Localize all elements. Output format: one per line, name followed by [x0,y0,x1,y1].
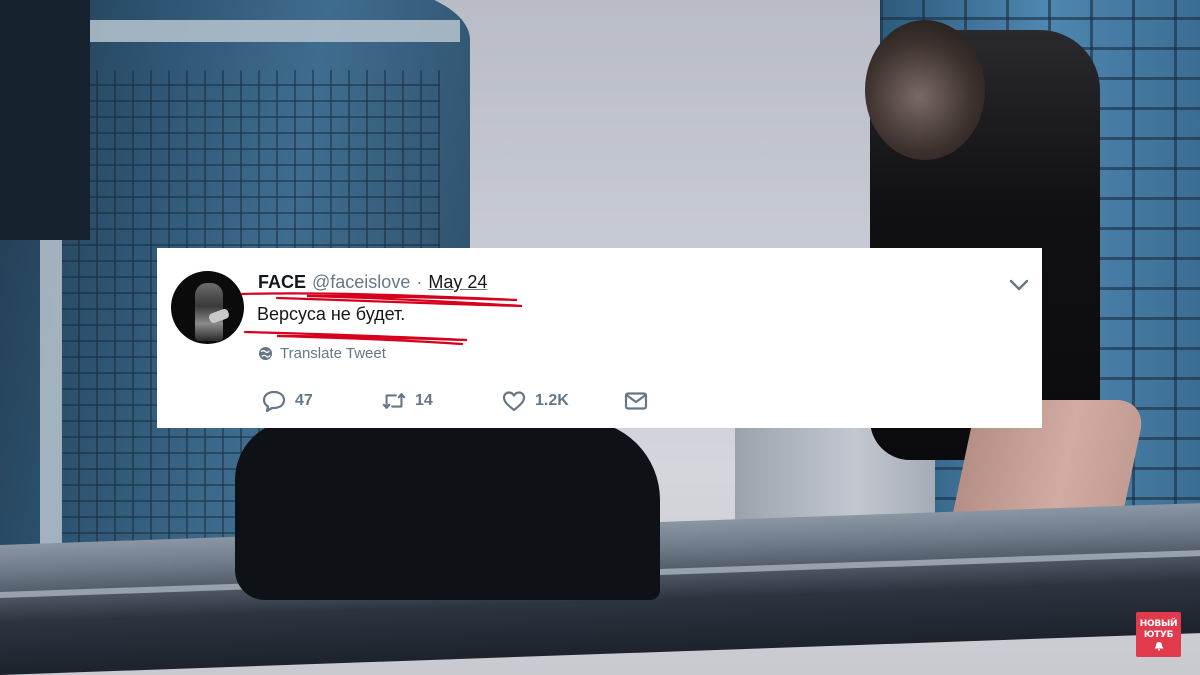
retweet-count: 14 [415,392,433,409]
watermark-line-1: НОВЫЙ [1139,618,1178,629]
author-handle[interactable]: @faceislove [312,272,410,293]
globe-icon [258,346,273,361]
retweet-button[interactable]: 14 [381,389,501,413]
reply-count: 47 [295,392,313,409]
envelope-icon [624,392,648,410]
avatar[interactable] [171,271,244,344]
reply-icon [262,390,286,413]
translate-tweet-label: Translate Tweet [280,345,386,362]
person-sitting [235,420,660,600]
author-name[interactable]: FACE [258,272,306,293]
heart-icon [502,391,526,412]
tweet-header: FACE @faceislove · May 24 [258,272,487,298]
header-separator: · [416,272,423,292]
chevron-down-icon[interactable] [1008,278,1030,292]
tweet-date[interactable]: May 24 [428,272,487,293]
channel-watermark: НОВЫЙ ЮТУБ [1136,612,1181,657]
tweet-actions: 47 14 1.2K [261,386,649,416]
watermark-line-2: ЮТУБ [1143,629,1174,640]
tweet-text: Версуса не будет. [257,304,406,324]
direct-message-button[interactable] [623,389,649,413]
skyscraper-left-shadow [0,0,90,240]
reply-button[interactable]: 47 [261,389,381,413]
tweet-card: FACE @faceislove · May 24 Версуса не буд… [157,248,1042,428]
person-standing-head [865,20,985,160]
like-count: 1.2K [535,392,569,409]
translate-tweet-link[interactable]: Translate Tweet [258,345,386,362]
bell-icon [1154,641,1163,651]
like-button[interactable]: 1.2K [501,389,623,413]
retweet-icon [382,393,406,409]
